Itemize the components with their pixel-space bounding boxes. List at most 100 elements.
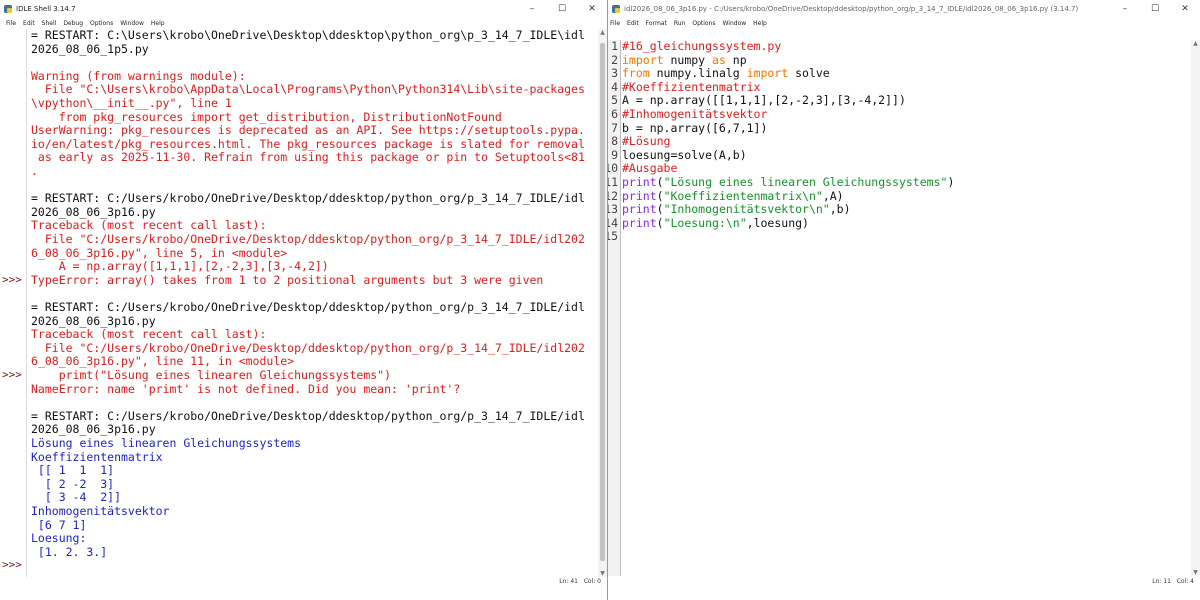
shell-menu-file[interactable]: File (6, 18, 16, 29)
shell-line: [ 2 -2 3] (31, 476, 115, 491)
line-number: 2 (611, 52, 618, 67)
line-number: 9 (611, 147, 618, 162)
close-button[interactable]: ✕ (577, 0, 607, 18)
minimize-button[interactable]: – (1110, 0, 1140, 18)
line-number: 1 (611, 39, 618, 53)
code-token: numpy (663, 52, 713, 67)
line-number: 14 (608, 215, 618, 230)
code-token: ( (656, 215, 664, 230)
shell-line: Inhomogenitätsvektor (31, 504, 170, 518)
scroll-down-icon[interactable]: ▼ (1191, 569, 1200, 576)
shell-prompt: >>> (2, 368, 22, 381)
shell-output[interactable]: = RESTART: C:\Users\krobo\OneDrive\Deskt… (31, 28, 597, 577)
editor-titlebar[interactable]: idl2026_08_06_3p16.py - C:/Users/krobo/O… (608, 0, 1200, 18)
editor-statusbar: Ln: 11 Col: 4 (608, 576, 1200, 588)
editor-menu-options[interactable]: Options (692, 18, 715, 29)
shell-line: 6_08_06_3p16.py", line 11, in <module> (31, 354, 295, 369)
editor-window: idl2026_08_06_3p16.py - C:/Users/krobo/O… (608, 0, 1200, 600)
shell-line: File "C:/Users/krobo/OneDrive/Desktop/dd… (31, 340, 585, 355)
editor-menu-format[interactable]: Format (646, 18, 667, 29)
code-token: as (712, 52, 726, 67)
shell-line: Lösung eines linearen Gleichungssystems (31, 436, 302, 450)
code-token: "Loesung:\n" (663, 215, 747, 230)
code-token: #Inhomogenitätsvektor (622, 107, 768, 121)
code-line: b = np.array([6,7,1]) (622, 121, 767, 136)
shell-line: Warning (from warnings module): (31, 68, 246, 83)
code-token: import (622, 52, 664, 67)
shell-line: = RESTART: C:/Users/krobo/OneDrive/Deskt… (31, 191, 585, 206)
editor-menu-help[interactable]: Help (753, 18, 767, 29)
prompt-gutter: >>> >>> >>> (0, 29, 27, 577)
shell-titlebar[interactable]: IDLE Shell 3.14.7 – ☐ ✕ (0, 0, 607, 18)
code-token: solve (788, 66, 830, 81)
shell-line: . (31, 164, 38, 178)
shell-line: 6_08_06_3p16.py", line 5, in <module> (31, 245, 288, 260)
scroll-thumb[interactable] (600, 43, 605, 561)
shell-line: Loesung: (31, 531, 87, 546)
shell-line: io/en/latest/pkg_resources.html. The pkg… (31, 136, 585, 151)
shell-line: \vpython\__init__.py", line 1 (31, 96, 232, 110)
shell-line: [[ 1 1 1] (31, 463, 115, 478)
code-token: "Koeffizientenmatrix\n" (663, 188, 823, 203)
editor-scrollbar[interactable]: ▲ ▼ (1191, 40, 1200, 576)
code-line: loesung=solve(A,b) (622, 148, 747, 163)
code-token: "Inhomogenitätsvektor\n" (663, 202, 830, 217)
code-token: #16_gleichungssystem.py (622, 39, 782, 53)
shell-line: = RESTART: C:/Users/krobo/OneDrive/Deskt… (31, 300, 585, 314)
shell-line: TypeError: array() takes from 1 to 2 pos… (31, 272, 544, 287)
code-line: import numpy as np (622, 52, 747, 68)
maximize-button[interactable]: ☐ (547, 0, 577, 18)
code-token: print (622, 202, 657, 217)
editor-menu-edit[interactable]: Edit (627, 18, 639, 29)
code-token: ,A) (822, 188, 844, 203)
column-indicator: Col: 4 (1176, 578, 1194, 585)
shell-statusbar: Ln: 41 Col: 0 (0, 576, 607, 588)
code-token: "Lösung eines linearen Gleichungssystems… (663, 175, 948, 189)
code-line: print("Lösung eines linearen Gleichungss… (622, 175, 955, 190)
line-number: 8 (611, 134, 618, 149)
shell-prompt: >>> (2, 558, 22, 572)
code-line: #Koeffizientenmatrix (622, 80, 760, 95)
line-number: 3 (611, 66, 618, 81)
shell-scrollbar[interactable]: ▲ ▼ (598, 29, 607, 577)
shell-window: IDLE Shell 3.14.7 – ☐ ✕ File Edit Shell Deb… (0, 0, 608, 600)
code-token: ( (656, 175, 664, 189)
shell-line: primt("Lösung eines linearen Gleichungss… (31, 368, 392, 382)
shell-text-area[interactable]: >>> >>> >>> = RESTART: C:\Users\krobo\OneD… (0, 28, 607, 577)
scroll-up-icon[interactable]: ▲ (1191, 40, 1200, 47)
code-token: import (746, 66, 789, 81)
code-line: #Ausgabe (622, 162, 677, 176)
code-line: print("Inhomogenitätsvektor\n",b) (622, 202, 851, 217)
editor-menu-run[interactable]: Run (674, 18, 686, 29)
line-number: 4 (611, 79, 618, 94)
code-token: ) (947, 175, 955, 189)
shell-line: 2026_08_06_3p16.py (31, 313, 156, 328)
shell-line: 2026_08_06_3p16.py (31, 204, 156, 219)
code-line: #16_gleichungssystem.py (622, 39, 782, 54)
line-number: 7 (611, 120, 618, 135)
editor-menu-window[interactable]: Window (723, 18, 747, 29)
shell-line: [ 3 -4 2]] (31, 490, 122, 505)
shell-line: Koeffizientenmatrix (31, 449, 163, 464)
code-token: ,b) (829, 202, 851, 217)
code-token: #Ausgabe (622, 161, 678, 176)
line-indicator: Ln: 11 (1152, 578, 1171, 585)
minimize-button[interactable]: – (517, 0, 547, 18)
editor-text-area[interactable]: 123456789101112131415 #16_gleichungssyst… (608, 39, 1191, 576)
code-token: numpy.linalg (649, 66, 747, 81)
editor-menubar: File Edit Format Run Options Window Help (608, 18, 1200, 29)
code-token: ( (656, 188, 664, 203)
shell-line: A = np.array([1,1,1],[2,-2,3],[3,-4,2]) (31, 259, 329, 274)
shell-line: File "C:\Users\krobo\AppData\Local\Progr… (31, 82, 585, 97)
maximize-button[interactable]: ☐ (1140, 0, 1170, 18)
scroll-up-icon[interactable]: ▲ (598, 29, 607, 36)
code-token: ( (656, 202, 664, 217)
shell-title: IDLE Shell 3.14.7 (16, 5, 76, 13)
line-number: 11 (608, 175, 618, 189)
code-token: ,loesung) (746, 215, 809, 230)
editor-menu-file[interactable]: File (610, 18, 620, 29)
close-button[interactable]: ✕ (1170, 0, 1200, 18)
shell-line: from pkg_resources import get_distributi… (31, 109, 502, 124)
line-number: 10 (608, 161, 618, 176)
shell-line: 2026_08_06_1p5.py (31, 41, 149, 56)
